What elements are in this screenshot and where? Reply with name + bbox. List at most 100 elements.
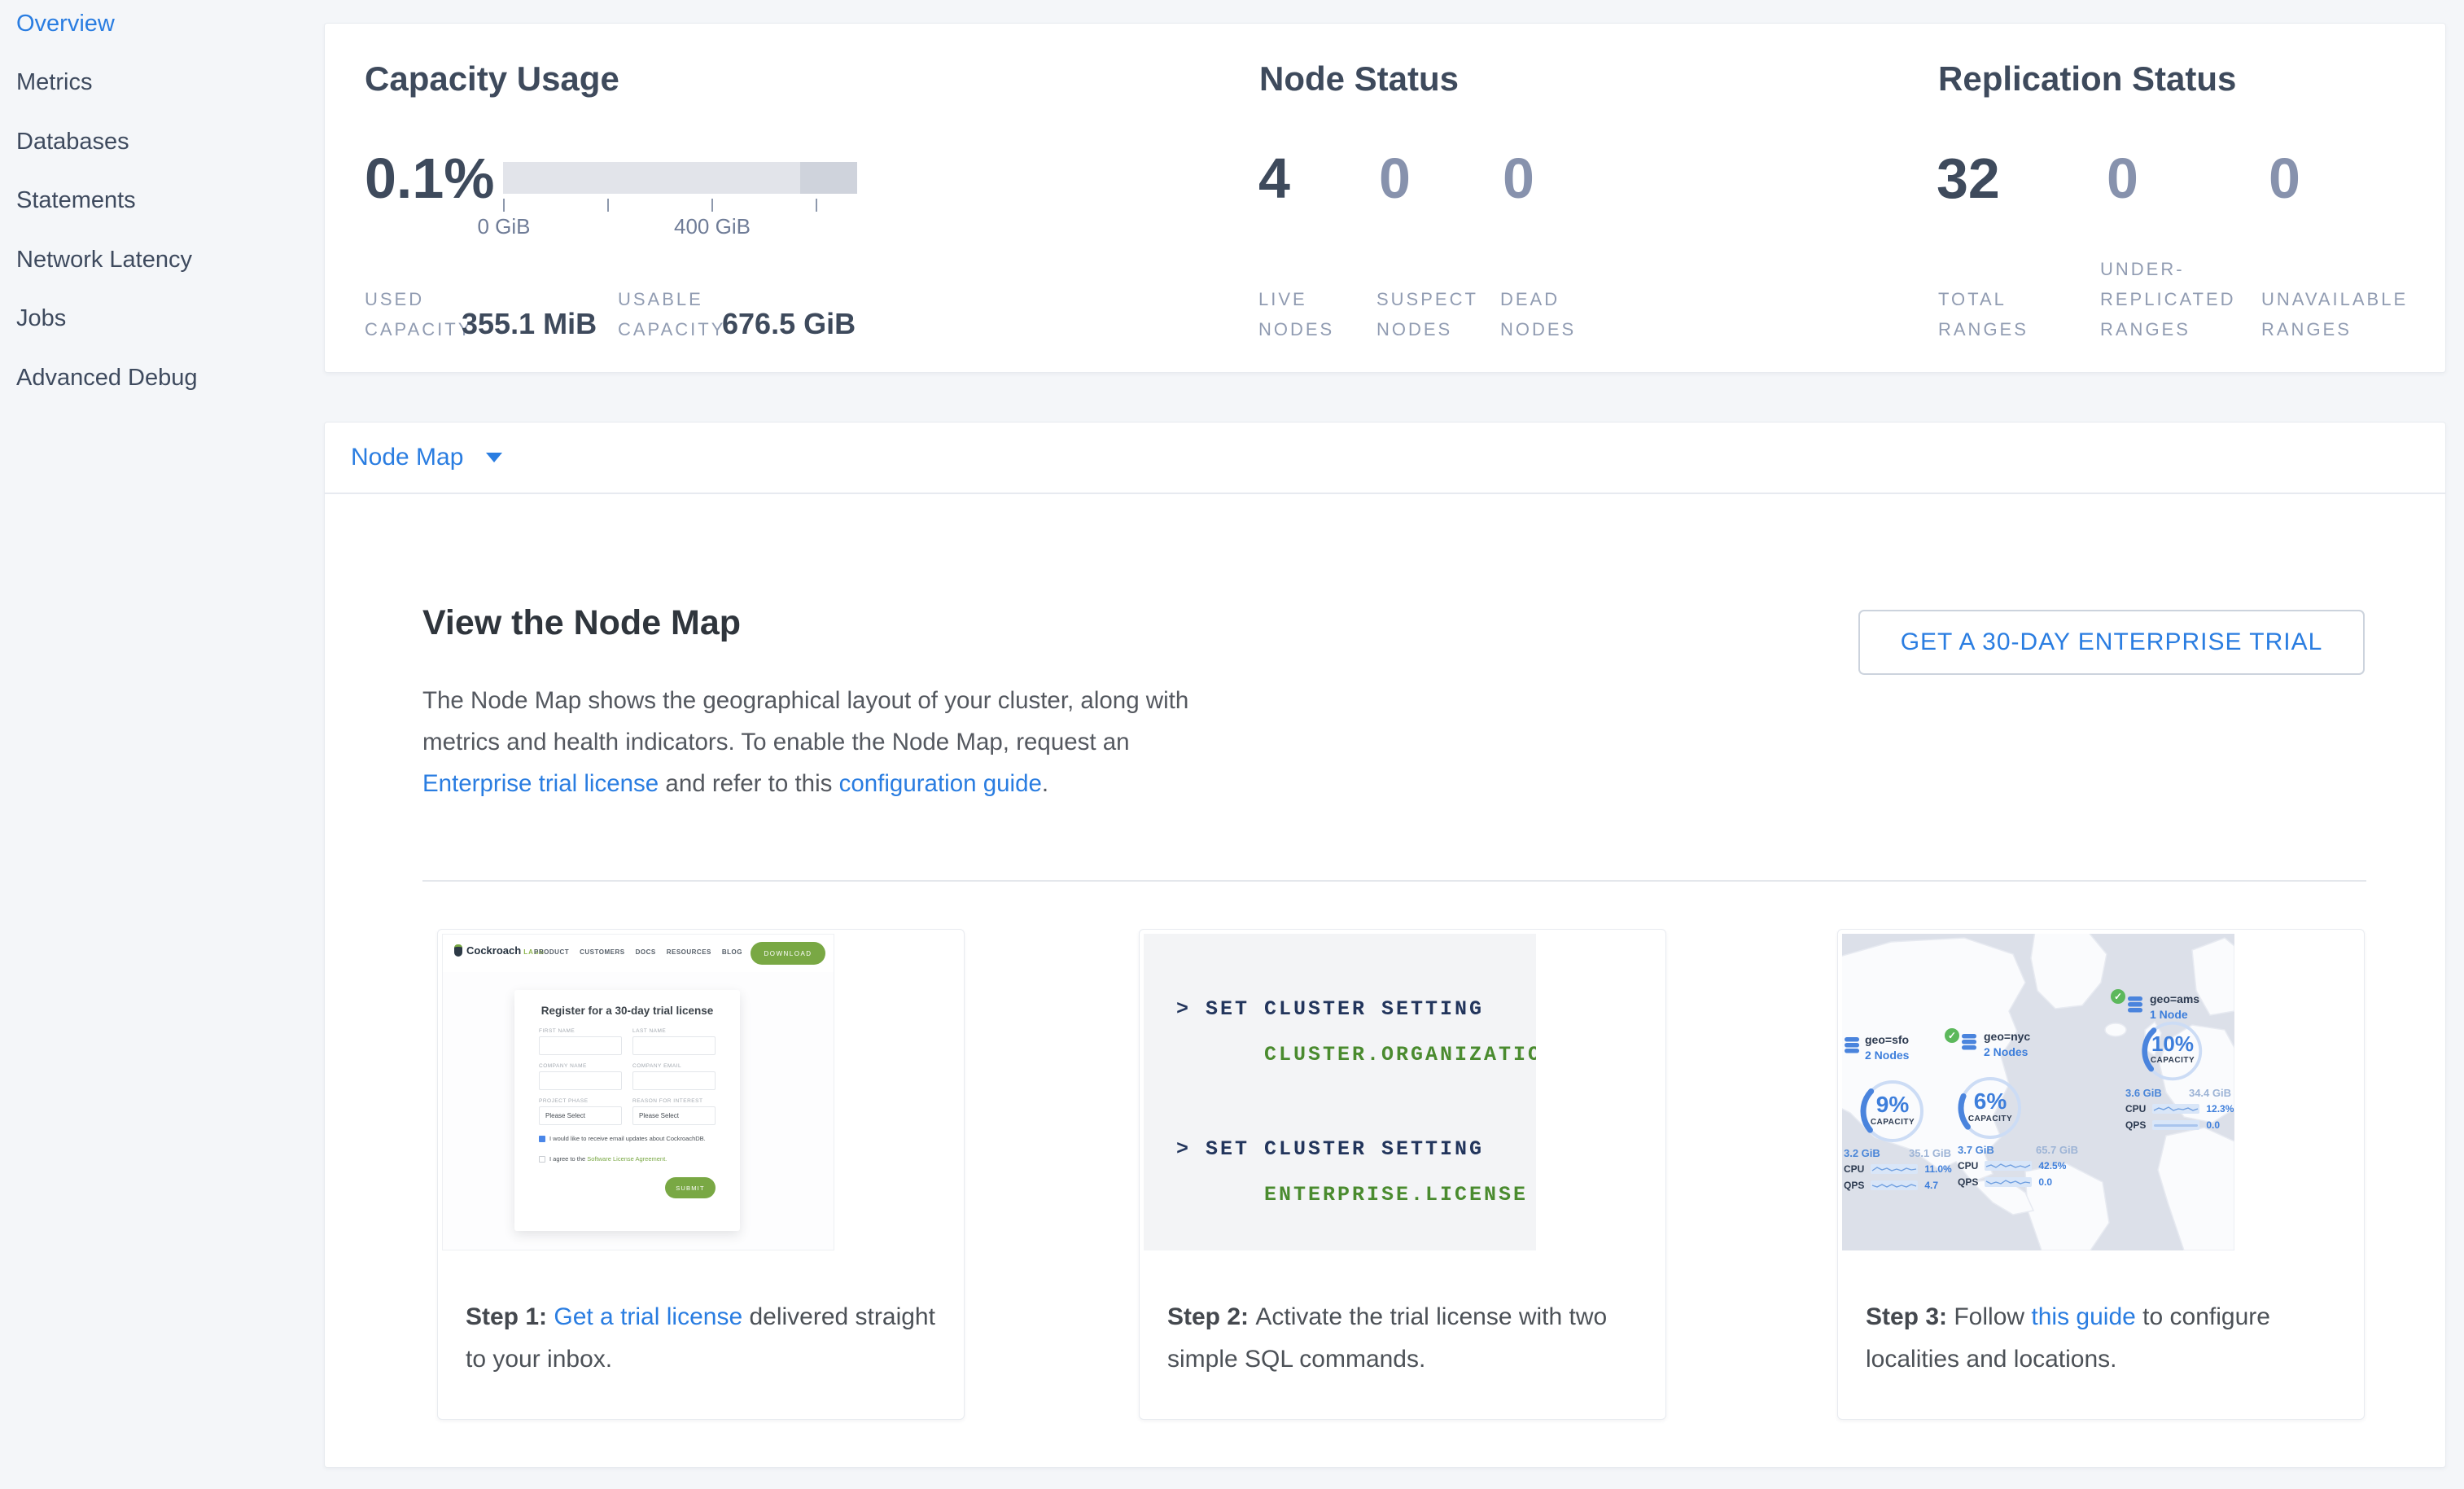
capacity-values: 3.6 GiB 34.4 GiB	[2125, 1087, 2231, 1099]
sidebar-item-overview[interactable]: Overview	[0, 0, 324, 54]
sidebar-item-network-latency[interactable]: Network Latency	[0, 230, 324, 290]
under-replicated-ranges-count: 0	[2107, 150, 2138, 207]
capacity-gauge: 6% CAPACITY	[1956, 1074, 2024, 1142]
nav-item: RESOURCES	[667, 948, 711, 956]
dead-nodes-label: DEADNODES	[1500, 284, 1576, 344]
view-selector-label: Node Map	[351, 444, 463, 471]
field-label: COMPANY EMAIL	[632, 1063, 681, 1069]
field-label: LAST NAME	[632, 1028, 666, 1034]
capacity-axis-label-400: 400 GiB	[655, 214, 769, 239]
registration-header: CockroachLABS PRODUCT CUSTOMERS DOCS RES…	[443, 935, 834, 972]
view-selector-dropdown[interactable]: Node Map	[325, 423, 2445, 494]
total-ranges-label: TOTALRANGES	[1938, 284, 2029, 344]
capacity-values: 3.2 GiB 35.1 GiB	[1844, 1147, 1951, 1159]
trial-license-form: Register for a 30-day trial license FIRS…	[514, 990, 740, 1231]
db-console-overview-page: Overview Metrics Databases Statements Ne…	[0, 0, 2464, 1489]
page-title: View the Node Map	[422, 603, 741, 643]
enterprise-trial-button[interactable]: GET A 30-DAY ENTERPRISE TRIAL	[1858, 610, 2365, 675]
cluster-summary-panel: Capacity Usage 0.1% 0 GiB 400 GiB USEDCA…	[324, 23, 2446, 373]
sql-commands-block: > SET CLUSTER SETTING CLUSTER.ORGANIZATI…	[1144, 934, 1536, 1250]
capacity-axis-tick	[711, 199, 713, 212]
text-input-illustration	[539, 1036, 622, 1055]
license-agreement-checkbox-row: I agree to the Software License Agreemen…	[539, 1155, 667, 1163]
step-2-caption: Step 2: Activate the trial license with …	[1167, 1296, 1656, 1381]
section-divider	[422, 880, 2366, 882]
cockroach-labs-logo: CockroachLABS	[454, 944, 545, 957]
select-illustration: Please Select	[539, 1106, 622, 1125]
form-title: Register for a 30-day trial license	[514, 1005, 740, 1017]
enterprise-trial-license-link[interactable]: Enterprise trial license	[422, 770, 659, 797]
capacity-bar-dark-segment	[800, 162, 857, 194]
capacity-axis-tick	[607, 199, 609, 212]
locality-name: geo=nyc	[1984, 1030, 2030, 1043]
total-ranges-count: 32	[1937, 150, 2000, 207]
step-3-card: geo=sfo 2 Nodes 9% CAPACITY 3.2 GiB 35.1…	[1837, 929, 2365, 1420]
capacity-used-percent: 0.1%	[365, 150, 495, 207]
qps-row: QPS 4.7	[1844, 1180, 1938, 1191]
capacity-usage-title: Capacity Usage	[365, 59, 619, 99]
capacity-axis-tick	[816, 199, 817, 212]
replication-status-title: Replication Status	[1938, 59, 2236, 99]
cockroach-bug-icon	[454, 944, 462, 957]
sidebar-item-metrics[interactable]: Metrics	[0, 54, 324, 113]
qps-sparkline	[2152, 1120, 2199, 1130]
step-1-card: CockroachLABS PRODUCT CUSTOMERS DOCS RES…	[437, 929, 965, 1420]
sql-line: > SET CLUSTER SETTING	[1176, 1137, 1484, 1161]
qps-row: QPS 0.0	[2125, 1119, 2220, 1131]
email-updates-checkbox-row: I would like to receive email updates ab…	[539, 1135, 706, 1142]
sidebar-item-jobs[interactable]: Jobs	[0, 290, 324, 349]
cpu-sparkline	[1871, 1164, 1918, 1174]
field-label: COMPANY NAME	[539, 1063, 587, 1069]
step-2-card: > SET CLUSTER SETTING CLUSTER.ORGANIZATI…	[1139, 929, 1666, 1420]
field-label: FIRST NAME	[539, 1028, 575, 1034]
locality-nodes: 2 Nodes	[1865, 1049, 1909, 1062]
nav-item: DOCS	[636, 948, 656, 956]
cpu-row: CPU 12.3%	[2125, 1103, 2234, 1115]
this-guide-link[interactable]: this guide	[2031, 1303, 2135, 1330]
chevron-down-icon	[486, 453, 502, 462]
step-3-caption: Step 3: Follow this guide to configure l…	[1866, 1296, 2354, 1381]
database-icon	[2127, 996, 2143, 1014]
check-icon: ✓	[1945, 1028, 1959, 1043]
under-replicated-ranges-label: UNDER-REPLICATEDRANGES	[2100, 254, 2236, 344]
sidebar-item-advanced-debug[interactable]: Advanced Debug	[0, 348, 324, 408]
nav-item: CUSTOMERS	[580, 948, 624, 956]
field-label: PROJECT PHASE	[539, 1098, 589, 1104]
capacity-axis-label-0: 0 GiB	[447, 214, 561, 239]
description-text: and refer to this	[659, 770, 838, 797]
sidebar-item-databases[interactable]: Databases	[0, 112, 324, 172]
sidebar-item-statements[interactable]: Statements	[0, 172, 324, 231]
locality-name: geo=ams	[2150, 992, 2199, 1005]
database-icon	[1844, 1036, 1860, 1054]
usable-capacity-value: 676.5 GiB	[722, 307, 856, 341]
usable-capacity-label: USABLECAPACITY	[618, 284, 725, 344]
used-capacity-value: 355.1 MiB	[462, 307, 597, 341]
checkbox-checked-icon	[539, 1136, 545, 1142]
node-map-panel: Node Map View the Node Map The Node Map …	[324, 422, 2446, 1468]
dead-nodes-count: 0	[1503, 150, 1534, 207]
nav-item: BLOG	[722, 948, 742, 956]
download-button-illustration: DOWNLOAD	[751, 942, 825, 965]
configuration-guide-link[interactable]: configuration guide	[839, 770, 1042, 797]
description-text: The Node Map shows the geographical layo…	[422, 687, 1188, 755]
live-nodes-count: 4	[1258, 150, 1290, 207]
suspect-nodes-count: 0	[1379, 150, 1411, 207]
get-trial-license-link[interactable]: Get a trial license	[554, 1303, 742, 1330]
used-capacity-label: USEDCAPACITY	[365, 284, 472, 344]
checkbox-empty-icon	[539, 1156, 545, 1163]
unavailable-ranges-count: 0	[2269, 150, 2300, 207]
sql-line: ENTERPRISE.LICENSE =	[1264, 1183, 1536, 1207]
database-icon	[1961, 1033, 1977, 1051]
qps-sparkline	[1985, 1177, 2032, 1187]
capacity-values: 3.7 GiB 65.7 GiB	[1958, 1144, 2078, 1156]
capacity-axis-tick	[503, 199, 505, 212]
sql-line: > SET CLUSTER SETTING	[1176, 997, 1484, 1021]
cpu-row: CPU 11.0%	[1844, 1163, 1952, 1175]
qps-row: QPS 0.0	[1958, 1176, 2052, 1188]
capacity-gauge: 10% CAPACITY	[2140, 1018, 2205, 1084]
sql-line: CLUSTER.ORGANIZATION =	[1264, 1043, 1536, 1066]
text-input-illustration	[539, 1071, 622, 1090]
unavailable-ranges-label: UNAVAILABLERANGES	[2261, 284, 2408, 344]
qps-sparkline	[1871, 1180, 1918, 1190]
submit-button-illustration: SUBMIT	[665, 1177, 716, 1198]
